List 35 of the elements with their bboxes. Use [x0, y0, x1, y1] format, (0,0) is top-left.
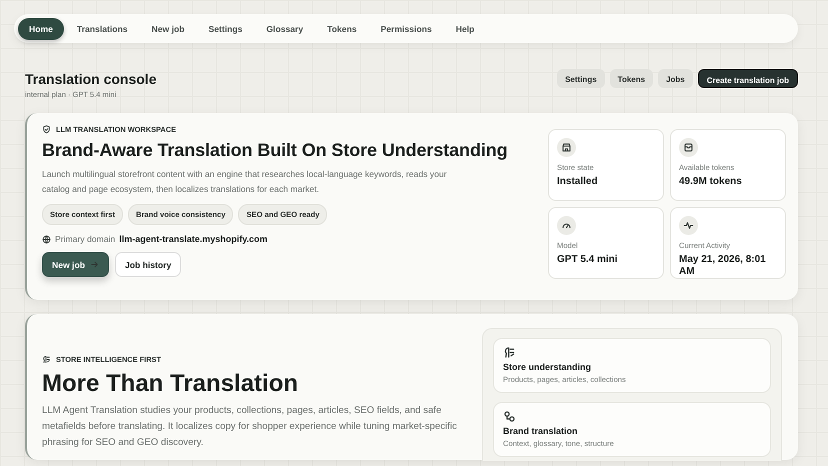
gauge-icon [557, 216, 576, 235]
nav-tab[interactable]: Home [18, 18, 64, 40]
create-job-button[interactable]: Create translation job [698, 69, 798, 88]
nav-tab[interactable]: Settings [197, 18, 254, 40]
storefront-icon [557, 138, 576, 157]
hero-title: Brand-Aware Translation Built On Store Understanding [42, 140, 508, 161]
nav-tab[interactable]: Help [444, 18, 486, 40]
step-title: Brand translation [503, 426, 579, 436]
hero-description: Launch multilingual storefront content with an engine that researches local-language keywords, reads your catalog and page ecosystem, then localizes translations for each market. [42, 168, 448, 196]
stat-value: May 21, 2026, 8:01 AM [679, 254, 767, 278]
nav-tab[interactable]: Tokens [316, 18, 368, 40]
shield-check-icon [42, 125, 51, 134]
header-button[interactable]: Tokens [610, 69, 654, 88]
nav-tab[interactable]: New job [140, 18, 196, 40]
header-button[interactable]: Settings [557, 69, 605, 88]
stat-value: Installed [557, 176, 599, 188]
nav-tab[interactable]: Translations [66, 18, 139, 40]
job-history-button[interactable]: Job history [114, 252, 182, 277]
nav-tab[interactable]: Glossary [255, 18, 314, 40]
pulse-icon [679, 216, 698, 235]
domain-label: Primary domain [55, 234, 116, 244]
header-button[interactable]: Jobs [658, 69, 693, 88]
step-title: Store understanding [503, 362, 592, 372]
section-title: More Than Translation [42, 370, 300, 398]
inbox-icon [679, 138, 698, 157]
new-job-button[interactable]: New job [42, 252, 109, 277]
stat-value: 49.9M tokens [679, 176, 743, 188]
section-description: LLM Agent Translation studies your products, collections, pages, articles, SEO fields, and safe metafields before translating. It localizes copy for shopper experience while tuning market-specific phrasing for SEO and GEO discovery. [42, 404, 457, 450]
link-nodes-icon [503, 410, 516, 423]
stat-value: GPT 5.4 mini [557, 254, 619, 266]
nav-tab[interactable]: Permissions [370, 18, 443, 40]
globe-icon [42, 234, 51, 244]
page-title: Translation console [25, 71, 156, 87]
arrow-right-icon [90, 260, 99, 269]
domain-value: llm-agent-translate.myshopify.com [119, 234, 268, 244]
